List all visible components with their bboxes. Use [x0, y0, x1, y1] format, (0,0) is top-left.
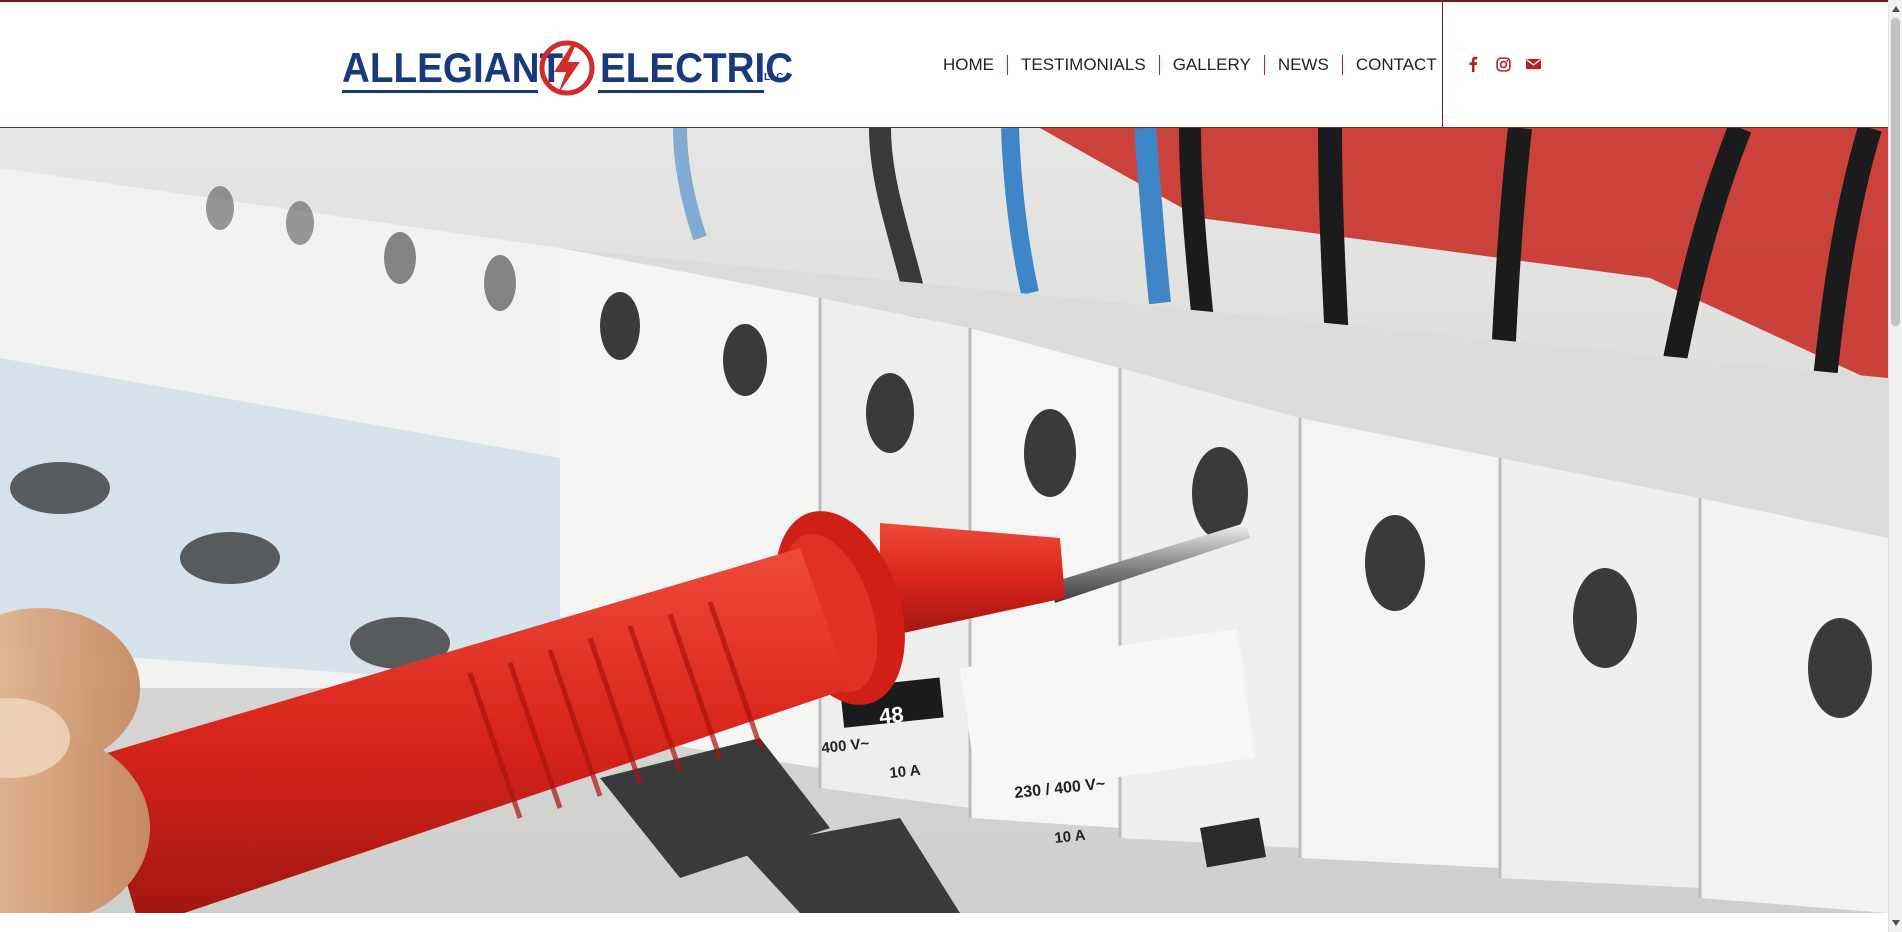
- mail-icon[interactable]: [1524, 55, 1542, 73]
- site-header: ALLEGIANT ELECTRIC LLC HOME TESTIMONIALS…: [0, 0, 1888, 129]
- hero-image: 48 400 V~ 10 A 230 / 400 V~ 10 A: [0, 128, 1888, 913]
- social-links: [1464, 55, 1542, 73]
- page: ALLEGIANT ELECTRIC LLC HOME TESTIMONIALS…: [0, 0, 1902, 932]
- nav-news[interactable]: NEWS: [1265, 54, 1342, 76]
- scroll-up-arrow-icon[interactable]: [1892, 6, 1900, 12]
- facebook-icon[interactable]: [1464, 55, 1482, 73]
- logo-word-right: ELECTRIC: [600, 44, 794, 91]
- logo-suffix: LLC: [764, 72, 784, 83]
- logo-underline-right: [598, 90, 764, 93]
- scrollbar-thumb[interactable]: [1891, 18, 1900, 326]
- nav-contact[interactable]: CONTACT: [1343, 54, 1450, 76]
- nav-home[interactable]: HOME: [930, 54, 1007, 76]
- circuit-breaker-photo: 48 400 V~ 10 A 230 / 400 V~ 10 A: [0, 128, 1888, 913]
- logo-underline-left: [342, 90, 538, 93]
- lightning-bolt-icon: [539, 40, 595, 96]
- nav-testimonials[interactable]: TESTIMONIALS: [1008, 54, 1159, 76]
- breaker-label-48: 48: [878, 702, 905, 729]
- breaker-label-amps: 10 A: [889, 762, 922, 782]
- breaker-label-amps-2: 10 A: [1054, 827, 1087, 847]
- vertical-scrollbar[interactable]: [1888, 0, 1902, 932]
- nav-gallery[interactable]: GALLERY: [1160, 54, 1264, 76]
- main-navigation: HOME TESTIMONIALS GALLERY NEWS CONTACT: [930, 54, 1450, 76]
- scroll-down-arrow-icon[interactable]: [1892, 920, 1900, 926]
- instagram-icon[interactable]: [1494, 55, 1512, 73]
- logo-word-left: ALLEGIANT: [342, 44, 564, 91]
- allegiant-electric-logo[interactable]: ALLEGIANT ELECTRIC LLC: [342, 40, 793, 96]
- header-divider: [1442, 2, 1443, 129]
